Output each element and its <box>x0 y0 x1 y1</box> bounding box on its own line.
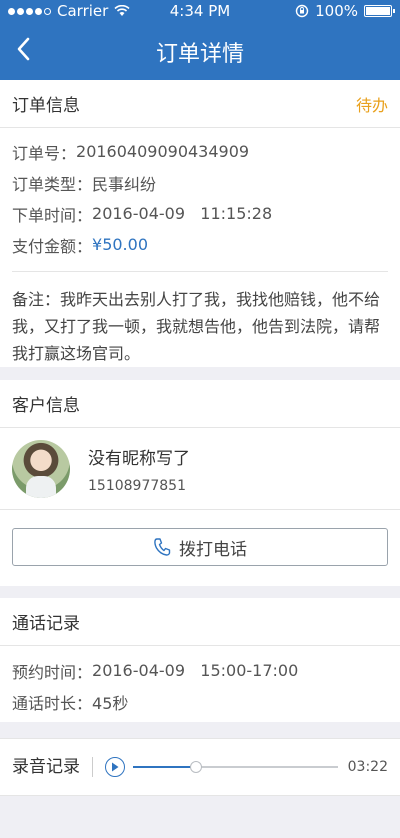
order-status-badge: 待办 <box>355 95 388 115</box>
order-number-label: 订单号： <box>12 143 77 163</box>
order-number-row: 订单号： 20160409090434909 <box>12 136 388 167</box>
order-type-row: 订单类型： 民事纠纷 <box>12 167 388 198</box>
order-time-value: 2016-04-09 11:15:28 <box>92 204 273 223</box>
customer-info-section: 客户信息 没有昵称写了 15108977851 拨打电话 <box>0 380 400 586</box>
audio-progress-knob[interactable] <box>190 761 203 773</box>
order-type-value: 民事纠纷 <box>92 174 157 194</box>
order-note: 备注：我昨天出去别人打了我，我找他赔钱，他不给我，又打了我一顿，我就想告他，他告… <box>12 271 388 379</box>
customer-info-title: 客户信息 <box>12 396 80 416</box>
status-bar: Carrier 4:34 PM 100% <box>0 0 400 24</box>
call-button-wrap: 拨打电话 <box>0 510 400 580</box>
order-detail-list: 订单号： 20160409090434909 订单类型： 民事纠纷 下单时间： … <box>0 128 400 260</box>
order-number-value: 20160409090434909 <box>76 142 250 161</box>
appointment-time-row: 预约时间： 2016-04-09 15:00-17:00 <box>12 655 388 686</box>
app-header: Carrier 4:34 PM 100% 订单详情 <box>0 0 400 80</box>
battery-icon <box>364 5 395 17</box>
call-records-title: 通话记录 <box>12 614 80 634</box>
order-info-title: 订单信息 <box>12 96 80 116</box>
audio-progress-fill <box>133 766 197 768</box>
play-icon <box>112 762 119 772</box>
order-time-label: 下单时间： <box>12 205 93 225</box>
payment-amount-row: 支付金额： ¥50.00 <box>12 229 388 260</box>
call-button-label: 拨打电话 <box>179 539 247 560</box>
nav-bar: 订单详情 <box>0 24 400 80</box>
order-type-label: 订单类型： <box>12 174 93 194</box>
appointment-time-label: 预约时间： <box>12 662 93 682</box>
audio-duration: 03:22 <box>347 759 388 775</box>
avatar <box>12 439 70 498</box>
appointment-time-value: 2016-04-09 15:00-17:00 <box>92 661 299 680</box>
orientation-lock-icon <box>295 4 309 18</box>
recording-row: 录音记录 03:22 <box>0 739 400 795</box>
status-right: 100% <box>295 2 395 20</box>
audio-progress-slider[interactable] <box>133 761 338 773</box>
call-duration-label: 通话时长： <box>12 693 93 713</box>
recording-label: 录音记录 <box>12 757 93 777</box>
phone-icon <box>154 538 171 556</box>
call-detail-list: 预约时间： 2016-04-09 15:00-17:00 通话时长： 45秒 <box>0 646 400 717</box>
customer-phone: 15108977851 <box>88 477 186 494</box>
customer-card: 没有昵称写了 15108977851 <box>0 428 400 510</box>
call-records-section: 通话记录 预约时间： 2016-04-09 15:00-17:00 通话时长： … <box>0 598 400 722</box>
customer-info-header: 客户信息 <box>0 380 400 428</box>
battery-percent: 100% <box>315 2 358 20</box>
call-duration-row: 通话时长： 45秒 <box>12 686 388 717</box>
order-time-row: 下单时间： 2016-04-09 11:15:28 <box>12 198 388 229</box>
recording-section: 录音记录 03:22 <box>0 738 400 796</box>
page-title: 订单详情 <box>155 42 244 67</box>
call-records-header: 通话记录 <box>0 598 400 646</box>
order-info-section: 订单信息 待办 订单号： 20160409090434909 订单类型： 民事纠… <box>0 80 400 367</box>
call-duration-value: 45秒 <box>92 693 129 713</box>
customer-name: 没有昵称写了 <box>88 448 190 469</box>
payment-amount-value: ¥50.00 <box>92 235 148 254</box>
payment-amount-label: 支付金额： <box>12 236 93 256</box>
play-button[interactable] <box>105 757 125 777</box>
call-button[interactable]: 拨打电话 <box>12 528 388 566</box>
order-info-header: 订单信息 待办 <box>0 80 400 128</box>
